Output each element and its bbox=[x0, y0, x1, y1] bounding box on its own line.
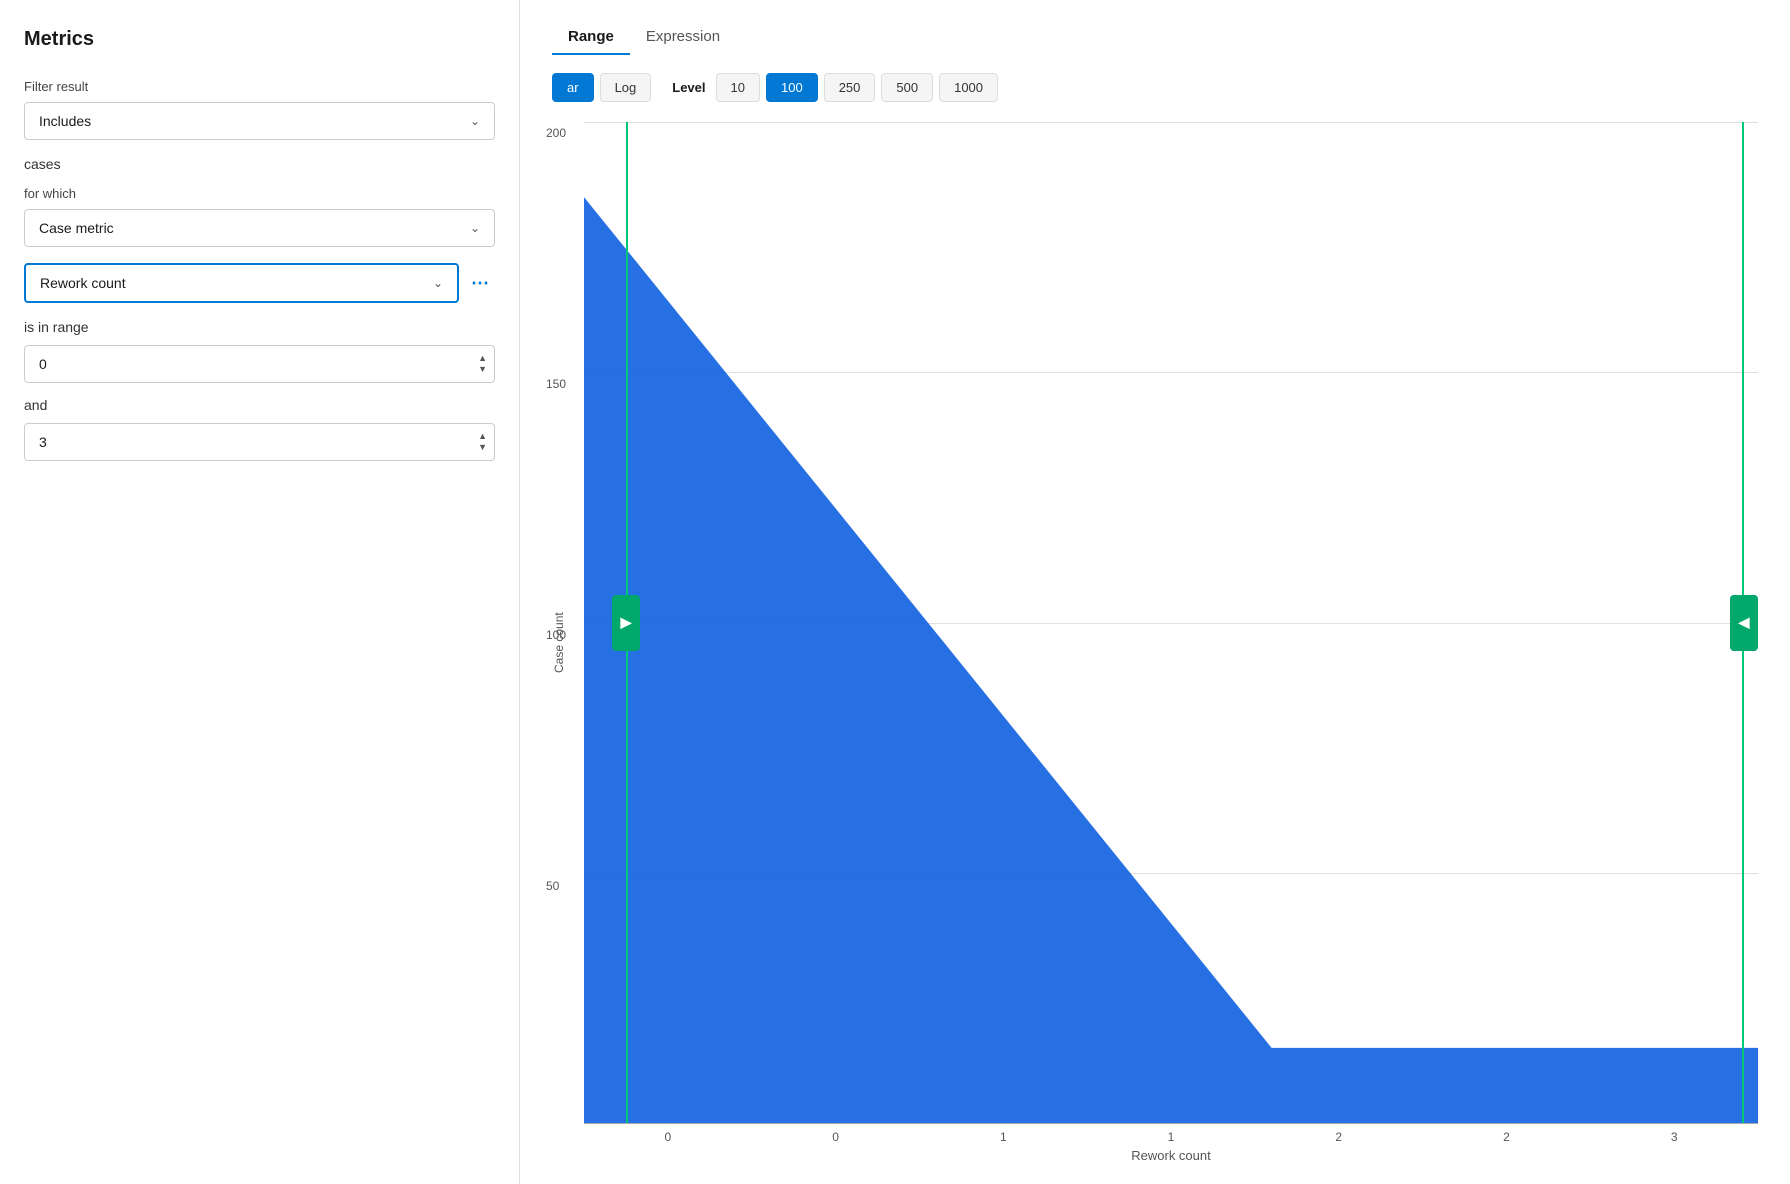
level-10-button[interactable]: 10 bbox=[716, 73, 760, 102]
tab-bar: Range Expression bbox=[552, 20, 1758, 53]
right-arrow-icon: ◀ bbox=[1739, 614, 1750, 631]
chart-svg bbox=[584, 122, 1758, 1123]
y-tick-200: 200 bbox=[546, 126, 566, 140]
max-spin-up[interactable]: ▲ bbox=[478, 432, 487, 441]
and-label: and bbox=[24, 397, 495, 413]
log-button[interactable]: Log bbox=[600, 73, 652, 102]
max-value-input[interactable] bbox=[24, 423, 495, 461]
max-value-wrapper: ▲ ▼ bbox=[24, 423, 495, 461]
y-tick-50: 50 bbox=[546, 879, 566, 893]
y-tick-100: 100 bbox=[546, 628, 566, 642]
case-metric-select[interactable]: Case metric ⌄ bbox=[24, 209, 495, 247]
level-500-button[interactable]: 500 bbox=[881, 73, 933, 102]
for-which-label: for which bbox=[24, 186, 495, 201]
range-handle-left[interactable]: ▶ bbox=[612, 595, 640, 651]
chart-toolbar: ar Log Level 10 100 250 500 1000 bbox=[552, 73, 1758, 102]
metric-row: Rework count ⌄ ⋯ bbox=[24, 263, 495, 303]
x-tick-2a: 2 bbox=[1255, 1130, 1423, 1144]
x-tick-0b: 0 bbox=[752, 1130, 920, 1144]
level-label: Level bbox=[672, 80, 705, 95]
y-tick-150: 150 bbox=[546, 377, 566, 391]
x-axis-label: Rework count bbox=[584, 1148, 1758, 1163]
left-arrow-icon: ▶ bbox=[621, 614, 632, 631]
is-in-range-label: is in range bbox=[24, 319, 495, 335]
cases-text: cases bbox=[24, 156, 495, 172]
x-tick-0a: 0 bbox=[584, 1130, 752, 1144]
filter-result-select[interactable]: Includes ⌄ bbox=[24, 102, 495, 140]
x-tick-1a: 1 bbox=[919, 1130, 1087, 1144]
x-axis-ticks: 0 0 1 1 2 2 3 bbox=[584, 1130, 1758, 1144]
level-1000-button[interactable]: 1000 bbox=[939, 73, 998, 102]
filter-result-value: Includes bbox=[39, 113, 91, 129]
max-spin-down[interactable]: ▼ bbox=[478, 443, 487, 452]
x-tick-1b: 1 bbox=[1087, 1130, 1255, 1144]
min-value-input[interactable] bbox=[24, 345, 495, 383]
chevron-down-icon-2: ⌄ bbox=[470, 221, 480, 235]
level-100-button[interactable]: 100 bbox=[766, 73, 818, 102]
filter-result-label: Filter result bbox=[24, 79, 495, 94]
max-spin-buttons: ▲ ▼ bbox=[478, 432, 487, 452]
chart-area: Case count 200 150 100 50 bbox=[552, 122, 1758, 1164]
min-spin-up[interactable]: ▲ bbox=[478, 354, 487, 363]
panel-title: Metrics bbox=[24, 28, 495, 51]
chart-container: Case count 200 150 100 50 bbox=[552, 122, 1758, 1164]
ellipsis-button[interactable]: ⋯ bbox=[467, 269, 495, 298]
chevron-down-icon: ⌄ bbox=[470, 114, 480, 128]
min-value-wrapper: ▲ ▼ bbox=[24, 345, 495, 383]
min-spin-down[interactable]: ▼ bbox=[478, 365, 487, 374]
range-handle-right[interactable]: ◀ bbox=[1730, 595, 1758, 651]
chevron-down-icon-3: ⌄ bbox=[433, 276, 443, 290]
case-metric-value: Case metric bbox=[39, 220, 114, 236]
tab-range[interactable]: Range bbox=[552, 20, 630, 53]
rework-count-value: Rework count bbox=[40, 275, 126, 291]
x-tick-3: 3 bbox=[1590, 1130, 1758, 1144]
left-panel: Metrics Filter result Includes ⌄ cases f… bbox=[0, 0, 520, 1184]
right-panel: Range Expression ar Log Level 10 100 250… bbox=[520, 0, 1790, 1184]
rework-count-select[interactable]: Rework count ⌄ bbox=[24, 263, 459, 303]
min-spin-buttons: ▲ ▼ bbox=[478, 354, 487, 374]
tab-expression[interactable]: Expression bbox=[630, 20, 736, 53]
ar-button[interactable]: ar bbox=[552, 73, 594, 102]
x-tick-2b: 2 bbox=[1423, 1130, 1591, 1144]
level-250-button[interactable]: 250 bbox=[824, 73, 876, 102]
